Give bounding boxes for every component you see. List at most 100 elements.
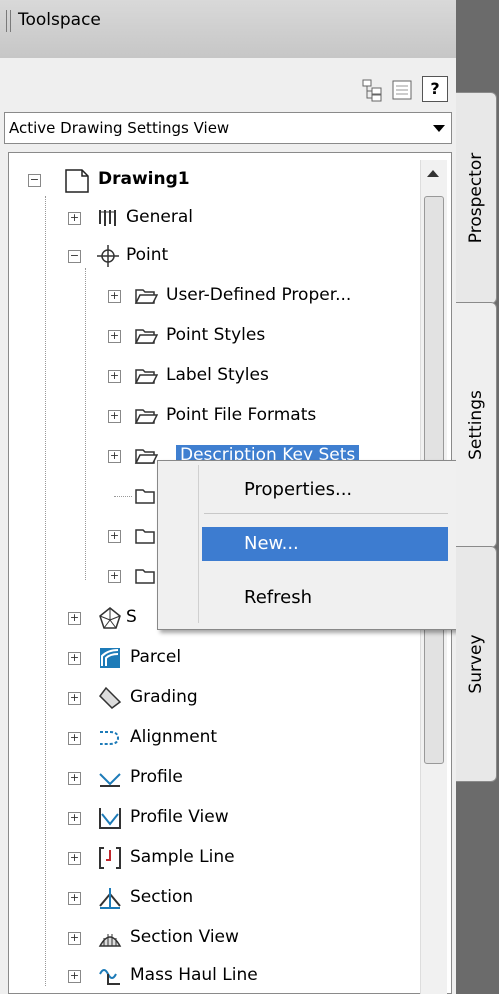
expand-icon[interactable]: + <box>68 212 81 225</box>
tree-label-point: Point <box>126 245 169 265</box>
expand-icon[interactable]: + <box>108 370 121 383</box>
profile-icon <box>99 773 121 787</box>
folder-icon <box>135 489 155 504</box>
general-settings-icon <box>99 210 116 226</box>
folder-icon <box>134 409 158 424</box>
section-icon <box>99 888 121 909</box>
folder-icon <box>134 329 158 344</box>
grip-handle[interactable] <box>6 10 11 32</box>
expand-icon[interactable]: + <box>68 812 81 825</box>
tree-label-general: General <box>126 207 193 227</box>
folder-icon <box>134 289 158 304</box>
tree-label: Point Styles <box>166 325 266 345</box>
profile-view-icon <box>99 808 121 829</box>
menu-separator <box>204 513 448 514</box>
tree-item-parcel[interactable]: + Parcel <box>68 644 408 674</box>
tab-label: Settings <box>466 390 486 460</box>
toolspace-titlebar[interactable]: Toolspace <box>0 0 456 59</box>
folder-icon <box>134 369 158 384</box>
expand-icon[interactable]: + <box>68 932 81 945</box>
expand-icon[interactable]: + <box>68 970 81 983</box>
tab-settings[interactable]: Settings <box>456 302 497 548</box>
menu-item-new[interactable]: New... <box>202 527 448 561</box>
tab-label: Survey <box>466 634 486 694</box>
menu-gutter-divider <box>198 465 199 623</box>
tree-label: Section <box>130 887 194 907</box>
mass-haul-line-icon <box>99 969 120 985</box>
scroll-up-arrow-icon[interactable] <box>427 170 439 177</box>
expand-icon[interactable]: + <box>108 290 121 303</box>
tree-item-sample-line[interactable]: + Sample Line <box>68 844 408 874</box>
tree-label: Mass Haul Line <box>130 965 258 985</box>
menu-item-properties[interactable]: Properties... <box>202 473 448 507</box>
expand-icon[interactable]: + <box>68 732 81 745</box>
chevron-down-icon <box>433 125 445 132</box>
tree-label: Parcel <box>130 647 182 667</box>
tree-item-profile[interactable]: + Profile <box>68 764 408 794</box>
grading-icon <box>99 686 122 709</box>
item-view-icon[interactable] <box>390 78 414 102</box>
tree-item-label-styles[interactable]: + Label Styles <box>108 362 420 392</box>
folder-icon <box>135 529 155 544</box>
tree-item-point-file-formats[interactable]: + Point File Formats <box>108 402 420 432</box>
tree-item-section-view[interactable]: + Section View <box>68 924 408 954</box>
view-selector-dropdown[interactable]: Active Drawing Settings View <box>4 112 452 144</box>
tree-item-mass-haul-line[interactable]: + Mass Haul Line <box>68 962 408 992</box>
expand-icon[interactable]: + <box>108 570 121 583</box>
tree-label: Section View <box>130 927 239 947</box>
tree-label: Sample Line <box>130 847 235 867</box>
expand-icon[interactable]: + <box>108 410 121 423</box>
tree-label: User-Defined Proper... <box>166 285 352 305</box>
expand-icon[interactable]: + <box>68 852 81 865</box>
tab-survey[interactable]: Survey <box>456 546 497 782</box>
tree-label: Point File Formats <box>166 405 317 425</box>
window-title: Toolspace <box>18 10 101 30</box>
tree-item-grading[interactable]: + Grading <box>68 684 408 714</box>
tree-label-drawing1: Drawing1 <box>98 169 190 189</box>
expand-icon[interactable]: + <box>68 652 81 665</box>
tree-item-alignment[interactable]: + Alignment <box>68 724 408 754</box>
tree-label: Profile View <box>130 807 229 827</box>
alignment-icon <box>100 731 120 745</box>
expand-icon[interactable]: + <box>108 330 121 343</box>
point-icon <box>97 245 119 267</box>
tree-item-point-styles[interactable]: + Point Styles <box>108 322 420 352</box>
tree-item-point[interactable]: − Point <box>68 242 408 272</box>
collapse-icon[interactable]: − <box>68 250 81 263</box>
tree-item-drawing1[interactable]: − Drawing1 <box>28 166 408 196</box>
tree-view-icon[interactable] <box>360 78 384 102</box>
tree-label: Label Styles <box>166 365 269 385</box>
tree-item-profile-view[interactable]: + Profile View <box>68 804 408 834</box>
tab-label: Prospector <box>466 152 486 244</box>
expand-icon[interactable]: + <box>68 612 81 625</box>
tree-item-section[interactable]: + Section <box>68 884 408 914</box>
expand-icon[interactable]: + <box>68 692 81 705</box>
tree-connector <box>85 268 86 580</box>
section-view-icon <box>98 934 122 947</box>
tree-item-surface[interactable]: + S <box>68 604 168 634</box>
expand-icon[interactable]: + <box>108 450 121 463</box>
tree-label: Profile <box>130 767 183 787</box>
context-menu: Properties... New... Refresh <box>157 460 459 630</box>
toolspace-tabs: Prospector Settings Survey <box>456 40 499 994</box>
tree-connector <box>114 496 132 497</box>
expand-icon[interactable]: + <box>108 530 121 543</box>
drawing-icon <box>65 169 89 193</box>
parcel-icon <box>100 648 120 668</box>
tree-connector <box>45 196 46 986</box>
view-selector-value: Active Drawing Settings View <box>9 119 230 137</box>
tab-prospector[interactable]: Prospector <box>456 92 497 304</box>
menu-item-refresh[interactable]: Refresh <box>202 581 448 615</box>
expand-icon[interactable]: + <box>68 892 81 905</box>
tree-item-general[interactable]: + General <box>68 204 408 234</box>
help-button[interactable]: ? <box>422 76 448 102</box>
tree-label: Grading <box>130 687 198 707</box>
expand-icon[interactable]: + <box>68 772 81 785</box>
tree-item-user-defined-properties[interactable]: + User-Defined Proper... <box>108 282 420 312</box>
tree-label: Alignment <box>130 727 218 747</box>
surface-icon <box>99 607 121 629</box>
folder-icon <box>135 569 155 584</box>
collapse-icon[interactable]: − <box>28 174 41 187</box>
folder-icon <box>134 449 158 464</box>
sample-line-icon <box>99 847 121 869</box>
